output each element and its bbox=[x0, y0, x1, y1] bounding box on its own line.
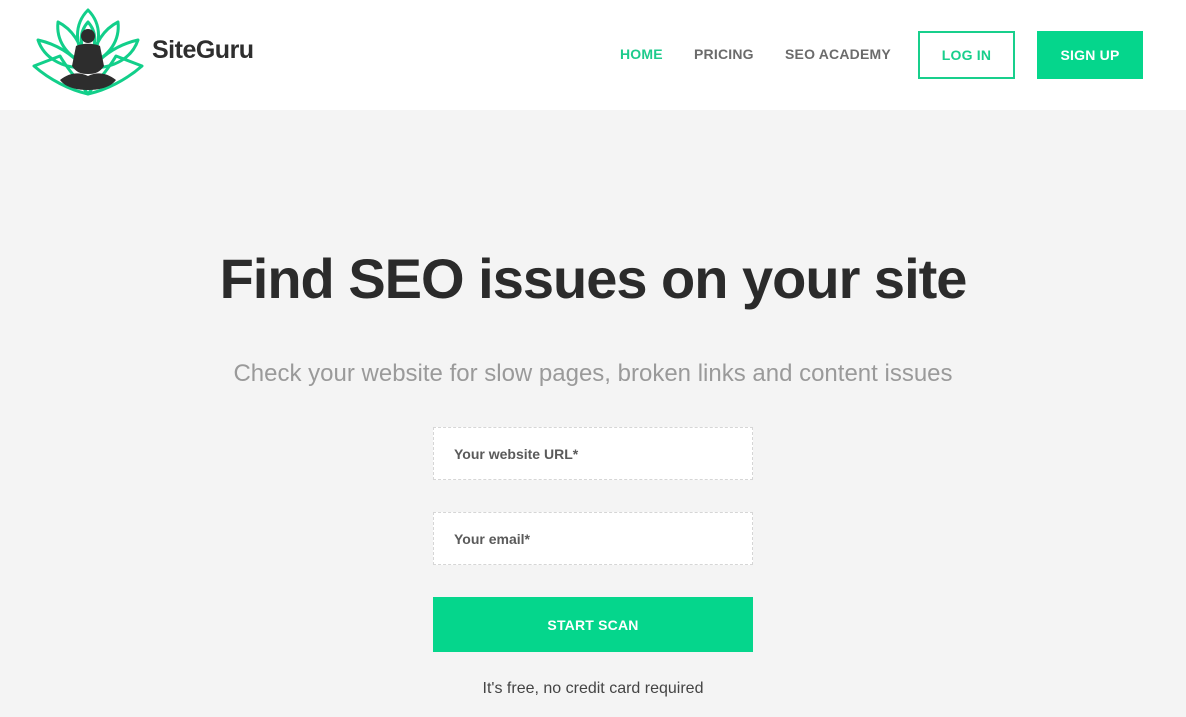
nav-pricing[interactable]: PRICING bbox=[694, 46, 754, 62]
free-note: It's free, no credit card required bbox=[482, 680, 704, 697]
email-input[interactable] bbox=[433, 512, 753, 565]
signup-button[interactable]: SIGN UP bbox=[1037, 31, 1143, 79]
page-subtitle: Check your website for slow pages, broke… bbox=[233, 360, 953, 387]
nav-seo-academy[interactable]: SEO ACADEMY bbox=[785, 46, 891, 62]
nav-home[interactable]: HOME bbox=[620, 46, 663, 62]
main-nav: HOME PRICING SEO ACADEMY LOG IN SIGN UP bbox=[0, 0, 1186, 110]
website-url-input[interactable] bbox=[433, 427, 753, 480]
site-header: SiteGuru HOME PRICING SEO ACADEMY LOG IN… bbox=[0, 0, 1186, 110]
start-scan-button[interactable]: START SCAN bbox=[433, 597, 753, 652]
page-title: Find SEO issues on your site bbox=[219, 247, 968, 310]
login-button[interactable]: LOG IN bbox=[918, 31, 1015, 79]
